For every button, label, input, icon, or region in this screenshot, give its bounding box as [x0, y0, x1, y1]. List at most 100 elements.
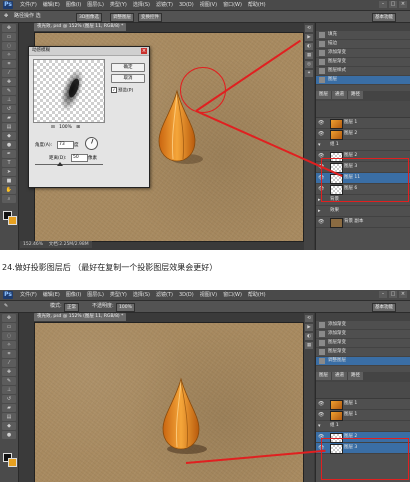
menu-window[interactable]: 窗口(W) [221, 290, 244, 300]
minimize-icon[interactable]: – [379, 1, 387, 8]
distance-slider-track[interactable] [35, 164, 103, 165]
history-item[interactable]: 填充 [316, 31, 410, 40]
menu-file[interactable]: 文件(F) [18, 290, 39, 300]
menu-edit[interactable]: 编辑(E) [41, 290, 62, 300]
opacity-input[interactable]: 100% [116, 303, 135, 312]
tab-layers[interactable]: 图层 [316, 372, 331, 380]
menu-type[interactable]: 类型(Y) [108, 0, 129, 10]
minimize-icon[interactable]: – [379, 291, 387, 298]
mode-select[interactable]: 正常 [64, 303, 79, 312]
background-color-swatch[interactable] [8, 458, 17, 467]
dodge-icon[interactable]: ● [2, 431, 16, 439]
menu-view[interactable]: 视图(V) [198, 0, 219, 10]
layer-group-row[interactable]: ▸ 效果 [316, 206, 410, 217]
adjust-panel-icon[interactable]: ◎ [305, 61, 313, 68]
history-item[interactable]: 描边 [316, 40, 410, 49]
crop-icon[interactable]: ⌗ [2, 350, 16, 358]
history-item-selected[interactable]: 图层 [316, 76, 410, 85]
visibility-eye-icon[interactable]: 👁 [318, 217, 324, 227]
healing-icon[interactable]: ✚ [2, 368, 16, 376]
menu-layer[interactable]: 图层(L) [85, 290, 106, 300]
blur-icon[interactable]: ◆ [2, 132, 16, 140]
gradient-icon[interactable]: ▤ [2, 413, 16, 421]
distance-input[interactable]: 50 [71, 154, 88, 162]
shape-icon[interactable]: ■ [2, 177, 16, 185]
layer-row[interactable]: 👁 图层 1 [316, 410, 410, 421]
adjust-layer-button[interactable]: 调整图层 [110, 13, 134, 22]
history-brush-icon[interactable]: ↺ [2, 395, 16, 403]
visibility-eye-icon[interactable]: 👁 [318, 410, 324, 420]
tab-layers[interactable]: 图层 [316, 91, 331, 99]
menu-select[interactable]: 选择(S) [131, 290, 152, 300]
angle-dial[interactable] [85, 137, 98, 150]
layer-row[interactable]: 👁 图层 1 [316, 399, 410, 410]
background-color-swatch[interactable] [8, 216, 17, 225]
color-panel-icon[interactable]: ◐ [305, 333, 313, 340]
dodge-icon[interactable]: ● [2, 141, 16, 149]
angle-input[interactable]: 73 [57, 141, 74, 149]
tab-channels[interactable]: 通道 [332, 372, 347, 380]
visibility-eye-icon[interactable]: 👁 [318, 118, 324, 128]
styles-panel-icon[interactable]: ✦ [305, 70, 313, 77]
history-item[interactable]: 图层渐变 [316, 58, 410, 67]
magic-wand-icon[interactable]: ✧ [2, 341, 16, 349]
stamp-icon[interactable]: ⊥ [2, 96, 16, 104]
magic-wand-icon[interactable]: ✧ [2, 51, 16, 59]
swatches-panel-icon[interactable]: ▦ [305, 52, 313, 59]
menu-edit[interactable]: 编辑(E) [41, 0, 62, 10]
close-icon[interactable]: × [399, 291, 407, 298]
workspace-select[interactable]: 基本功能 [372, 303, 396, 312]
lasso-icon[interactable]: ◌ [2, 42, 16, 50]
swatches-panel-icon[interactable]: ▦ [305, 342, 313, 349]
path-select-icon[interactable]: ➤ [2, 168, 16, 176]
history-item[interactable]: 添加渐变 [316, 330, 410, 339]
dialog-close-icon[interactable]: × [141, 48, 147, 54]
zoom-out-icon[interactable]: ⊟ [51, 125, 55, 130]
document-tab[interactable]: 夜光效, psd @ 152% (图层 11, RGB/8) * [34, 23, 127, 31]
move-icon[interactable]: ✥ [2, 314, 16, 322]
pen-icon[interactable]: ✒ [2, 150, 16, 158]
brush-tool-icon[interactable]: ✎ [4, 301, 8, 312]
layer-row[interactable]: 👁 图层 1 [316, 118, 410, 129]
brush-icon[interactable]: ✎ [2, 377, 16, 385]
menu-view[interactable]: 视图(V) [198, 290, 219, 300]
healing-icon[interactable]: ✚ [2, 78, 16, 86]
history-panel-icon[interactable]: ⟲ [305, 315, 313, 322]
menu-window[interactable]: 窗口(W) [221, 0, 244, 10]
color-panel-icon[interactable]: ◐ [305, 43, 313, 50]
3d-mode-button[interactable]: 3D图像选 [76, 13, 102, 22]
menu-filter[interactable]: 滤镜(T) [154, 0, 175, 10]
zoom-icon[interactable]: ⌕ [2, 195, 16, 203]
distance-slider-thumb[interactable] [57, 162, 63, 166]
menu-3d[interactable]: 3D(D) [177, 0, 196, 10]
hand-icon[interactable]: ✋ [2, 186, 16, 194]
eraser-icon[interactable]: ▰ [2, 114, 16, 122]
history-item-selected[interactable]: 调整图层 [316, 357, 410, 366]
history-item[interactable]: 添加渐变 [316, 49, 410, 58]
layer-row[interactable]: 👁 图层 2 [316, 129, 410, 140]
tab-paths[interactable]: 路径 [348, 372, 363, 380]
cancel-button[interactable]: 取消 [111, 74, 145, 83]
move-icon[interactable]: ✥ [2, 24, 16, 32]
layer-group-row[interactable]: ▾ 组 1 [316, 140, 410, 151]
actions-panel-icon[interactable]: ▶ [305, 34, 313, 41]
menu-select[interactable]: 选择(S) [131, 0, 152, 10]
move-tool-icon[interactable]: ✥ [4, 11, 8, 22]
lasso-icon[interactable]: ◌ [2, 332, 16, 340]
actions-panel-icon[interactable]: ▶ [305, 324, 313, 331]
auto-select-label[interactable]: 路径操作 选 [14, 11, 41, 22]
type-icon[interactable]: T [2, 159, 16, 167]
eyedropper-icon[interactable]: ⁄ [2, 69, 16, 77]
menu-3d[interactable]: 3D(D) [177, 290, 196, 300]
menu-help[interactable]: 帮助(H) [246, 290, 268, 300]
menu-image[interactable]: 图像(I) [64, 0, 83, 10]
stamp-icon[interactable]: ⊥ [2, 386, 16, 394]
ok-button[interactable]: 确定 [111, 63, 145, 72]
workspace-select[interactable]: 基本功能 [372, 13, 396, 22]
brush-icon[interactable]: ✎ [2, 87, 16, 95]
eraser-icon[interactable]: ▰ [2, 404, 16, 412]
menu-filter[interactable]: 滤镜(T) [154, 290, 175, 300]
document-canvas[interactable] [34, 322, 304, 482]
marquee-icon[interactable]: ▭ [2, 33, 16, 41]
history-brush-icon[interactable]: ↺ [2, 105, 16, 113]
